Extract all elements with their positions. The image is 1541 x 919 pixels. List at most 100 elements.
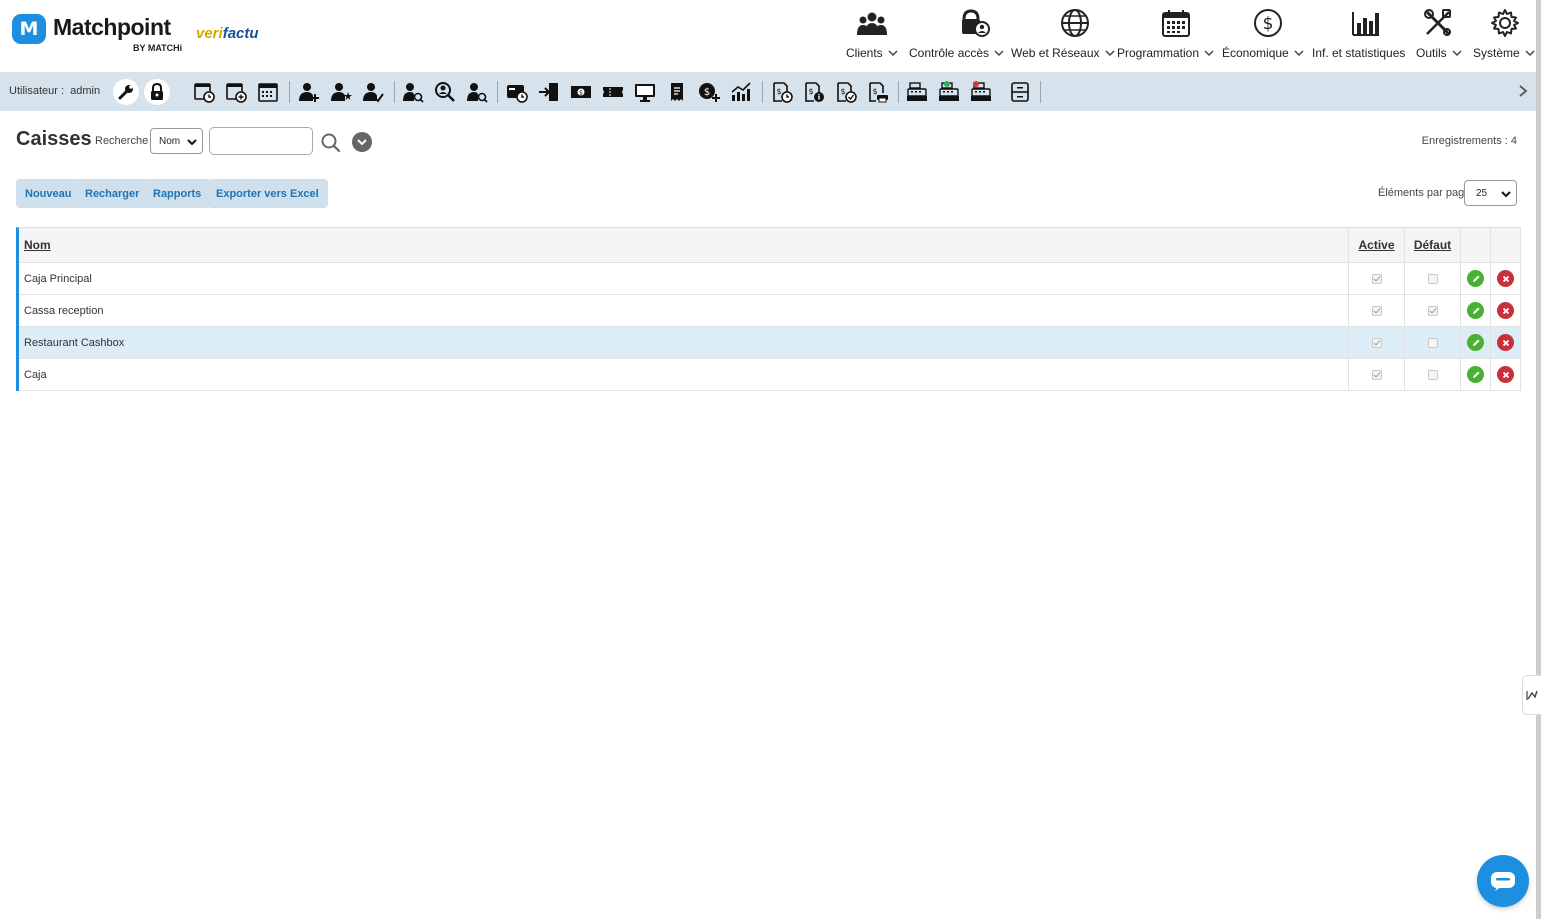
- nav-clients[interactable]: Clients: [846, 6, 899, 60]
- svg-text:$: $: [704, 87, 710, 98]
- svg-text:$: $: [872, 87, 877, 96]
- calendar-grid-icon[interactable]: [255, 79, 281, 105]
- cash-registers-table: Nom Active Défaut Caja Principal Cassa r…: [16, 227, 1521, 391]
- chevron-down-icon: [994, 50, 1004, 57]
- matchpoint-logo-text[interactable]: Matchpoint: [53, 14, 171, 41]
- nav-access-control[interactable]: Contrôle accès: [909, 6, 1005, 60]
- dollar-icon: $: [1251, 6, 1285, 40]
- user-add-icon[interactable]: [296, 79, 322, 105]
- delete-icon[interactable]: [1497, 366, 1514, 383]
- table-row[interactable]: Restaurant Cashbox: [19, 327, 1521, 359]
- toolbar-separator: [394, 81, 395, 103]
- chat-icon[interactable]: [1477, 855, 1529, 907]
- row-edit-cell: [1461, 359, 1491, 390]
- lock-icon[interactable]: [144, 79, 170, 105]
- chevron-down-icon: [1452, 50, 1462, 57]
- row-active-cell: [1349, 295, 1405, 326]
- edit-icon[interactable]: [1467, 334, 1484, 351]
- monitor-icon[interactable]: [632, 79, 658, 105]
- users-icon: [855, 6, 889, 40]
- nav-web-networks[interactable]: Web et Réseaux: [1011, 6, 1116, 60]
- column-header-active[interactable]: Active: [1349, 228, 1405, 262]
- toolbar-separator: [289, 81, 290, 103]
- delete-icon[interactable]: [1497, 302, 1514, 319]
- edit-icon[interactable]: [1467, 366, 1484, 383]
- active-checkbox: [1371, 273, 1382, 284]
- svg-text:$: $: [776, 87, 781, 96]
- records-count: Enregistrements : 4: [1421, 135, 1517, 147]
- globe-icon: [1058, 6, 1092, 40]
- cash-register-close-icon[interactable]: [968, 79, 994, 105]
- coin-add-icon[interactable]: $: [696, 79, 722, 105]
- cash-register-open-icon[interactable]: [936, 79, 962, 105]
- invoice-print-icon[interactable]: $: [865, 79, 891, 105]
- column-header-edit: [1461, 228, 1491, 262]
- chevron-right-icon[interactable]: [1516, 83, 1530, 99]
- invoice-info-icon[interactable]: $: [801, 79, 827, 105]
- table-row[interactable]: Caja: [19, 359, 1521, 391]
- side-panel-toggle-icon[interactable]: [1522, 675, 1541, 715]
- calendar-clock-icon[interactable]: [191, 79, 217, 105]
- per-page-label: Éléments par page: [1378, 187, 1471, 199]
- active-checkbox: [1371, 369, 1382, 380]
- row-default-cell: [1405, 327, 1461, 358]
- chevron-down-icon: [888, 50, 898, 57]
- invoice-clock-icon[interactable]: $: [769, 79, 795, 105]
- page-scrollbar[interactable]: [1536, 0, 1541, 919]
- row-delete-cell: [1491, 263, 1521, 294]
- nav-system[interactable]: Système: [1473, 6, 1536, 60]
- row-edit-cell: [1461, 295, 1491, 326]
- edit-icon[interactable]: [1467, 270, 1484, 287]
- user-star-icon[interactable]: [328, 79, 354, 105]
- user-search-icon[interactable]: [400, 79, 426, 105]
- default-checkbox: [1427, 369, 1438, 380]
- row-edit-cell: [1461, 327, 1491, 358]
- search-person-icon[interactable]: [432, 79, 458, 105]
- search-label: Recherche: [95, 135, 149, 147]
- ticket-icon[interactable]: [600, 79, 626, 105]
- nav-tools[interactable]: Outils: [1416, 6, 1463, 60]
- verifactu-logo: verifactu: [196, 25, 259, 42]
- chevron-down-icon: [1525, 50, 1535, 57]
- tools-icon: [1421, 6, 1455, 40]
- matchpoint-logo-icon[interactable]: M: [12, 14, 46, 44]
- search-icon[interactable]: [320, 132, 342, 154]
- receipt-icon[interactable]: [664, 79, 690, 105]
- user-check-icon[interactable]: [360, 79, 386, 105]
- drawer-icon[interactable]: [1007, 79, 1033, 105]
- reports-button[interactable]: Rapports: [144, 179, 211, 208]
- column-header-default[interactable]: Défaut: [1405, 228, 1461, 262]
- cash-icon[interactable]: $: [568, 79, 594, 105]
- reload-button[interactable]: Recharger: [76, 179, 149, 208]
- current-user: Utilisateur : admin: [9, 85, 101, 97]
- export-excel-button[interactable]: Exporter vers Excel: [207, 179, 328, 208]
- wrench-icon[interactable]: [113, 79, 139, 105]
- new-button[interactable]: Nouveau: [16, 179, 81, 208]
- trend-chart-icon[interactable]: [728, 79, 754, 105]
- cash-register-icon[interactable]: [904, 79, 930, 105]
- table-row[interactable]: Cassa reception: [19, 295, 1521, 327]
- toolbar-separator: [762, 81, 763, 103]
- search-input[interactable]: [209, 127, 313, 155]
- default-checkbox: [1427, 305, 1438, 316]
- nav-economic[interactable]: $ Économique: [1222, 6, 1305, 60]
- per-page-select[interactable]: 25: [1464, 180, 1517, 206]
- nav-statistics[interactable]: Inf. et statistiques: [1312, 6, 1405, 60]
- delete-icon[interactable]: [1497, 334, 1514, 351]
- enter-door-icon[interactable]: [536, 79, 562, 105]
- column-header-name[interactable]: Nom: [19, 228, 1349, 262]
- card-clock-icon[interactable]: [504, 79, 530, 105]
- invoice-check-icon[interactable]: $: [833, 79, 859, 105]
- search-field-select[interactable]: Nom: [150, 128, 203, 154]
- row-delete-cell: [1491, 359, 1521, 390]
- calendar-add-icon[interactable]: [223, 79, 249, 105]
- column-header-delete: [1491, 228, 1521, 262]
- search-field-value: Nom: [159, 135, 181, 147]
- table-row[interactable]: Caja Principal: [19, 263, 1521, 295]
- expand-filters-icon[interactable]: [352, 132, 372, 152]
- delete-icon[interactable]: [1497, 270, 1514, 287]
- user-find-icon[interactable]: [464, 79, 490, 105]
- active-checkbox: [1371, 305, 1382, 316]
- nav-programming[interactable]: Programmation: [1117, 6, 1215, 60]
- edit-icon[interactable]: [1467, 302, 1484, 319]
